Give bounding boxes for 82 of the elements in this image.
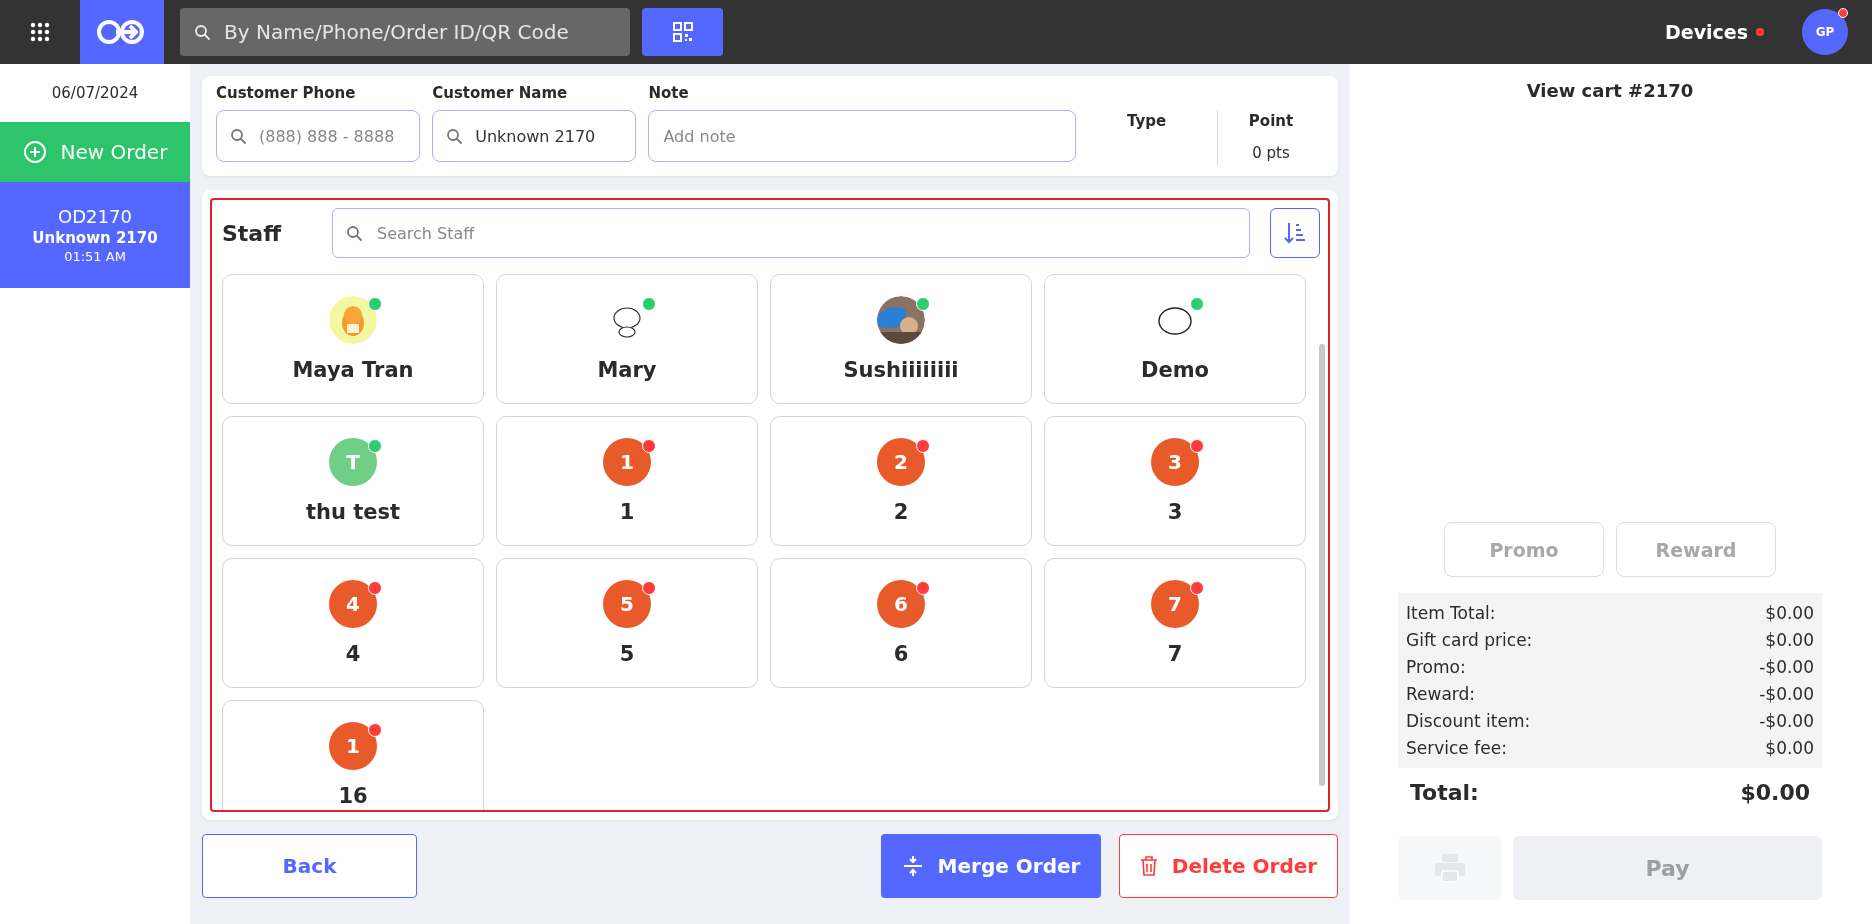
summary-value: $0.00 <box>1765 603 1814 623</box>
total-label: Total: <box>1410 780 1479 807</box>
point-label: Point <box>1248 112 1294 130</box>
date-label: 06/07/2024 <box>50 83 140 104</box>
summary-label: Gift card price: <box>1406 630 1533 650</box>
avatar: 3 <box>1151 438 1199 486</box>
merge-icon <box>901 855 924 877</box>
staff-name: Mary <box>597 358 657 382</box>
staff-card[interactable]: 2 2 <box>770 416 1032 546</box>
order-customer: Unknown 2170 <box>32 229 158 247</box>
user-avatar[interactable]: GP <box>1802 9 1848 55</box>
staff-card[interactable]: 3 3 <box>1044 416 1306 546</box>
staff-name: 4 <box>345 642 361 666</box>
staff-card[interactable]: 7 7 <box>1044 558 1306 688</box>
staff-name: 7 <box>1167 642 1183 666</box>
qr-code-icon <box>672 22 693 42</box>
merge-order-button[interactable]: Merge Order <box>881 834 1101 898</box>
order-item[interactable]: OD2170 Unknown 2170 01:51 AM <box>0 182 190 288</box>
type-label: Type <box>1127 112 1167 130</box>
staff-name: 3 <box>1167 500 1183 524</box>
order-id: OD2170 <box>58 206 132 227</box>
staff-name: Demo <box>1141 358 1209 382</box>
menu-icon <box>30 22 50 42</box>
staff-card[interactable]: Demo <box>1044 274 1306 404</box>
avatar: 2 <box>877 438 925 486</box>
field-label: Customer Phone <box>216 84 357 102</box>
search-field[interactable]: By Name/Phone/Order ID/QR Code <box>180 8 630 56</box>
section-title: Staff <box>222 220 283 246</box>
cart-title: View cart #2170 <box>1526 80 1694 101</box>
summary-label: Reward: <box>1406 684 1476 704</box>
avatar: T <box>329 438 377 486</box>
qr-scan-button[interactable] <box>642 8 723 56</box>
staff-card[interactable]: 1 16 <box>222 700 484 810</box>
staff-name: 5 <box>619 642 635 666</box>
staff-card[interactable]: 1 1 <box>496 416 758 546</box>
field-label: Customer Name <box>432 84 569 102</box>
avatar: 6 <box>877 580 925 628</box>
avatar: 5 <box>603 580 651 628</box>
back-button[interactable]: Back <box>202 834 417 898</box>
summary-value: $0.00 <box>1765 738 1814 758</box>
sort-icon <box>1284 221 1306 245</box>
staff-card[interactable]: Maya Tran <box>222 274 484 404</box>
avatar: 4 <box>329 580 377 628</box>
staff-name: 6 <box>893 642 909 666</box>
plus-circle-icon <box>22 140 47 164</box>
staff-card[interactable]: Mary <box>496 274 758 404</box>
staff-name: 1 <box>619 500 635 524</box>
staff-name: Maya Tran <box>292 358 414 382</box>
phone-field[interactable]: (888) 888 - 8888 <box>216 110 421 162</box>
order-time: 01:51 AM <box>64 249 126 264</box>
staff-card[interactable]: Sushiiiiiiii <box>770 274 1032 404</box>
summary-label: Discount item: <box>1406 711 1531 731</box>
point-value: 0 pts <box>1252 144 1290 162</box>
field-label: Note <box>648 84 690 102</box>
note-field[interactable]: Add note <box>648 110 1077 162</box>
avatar: 1 <box>603 438 651 486</box>
staff-card[interactable]: 4 4 <box>222 558 484 688</box>
name-field[interactable]: Unknown 2170 <box>432 110 637 162</box>
sort-button[interactable] <box>1270 208 1320 258</box>
summary-label: Promo: <box>1406 657 1466 677</box>
summary-value: -$0.00 <box>1759 711 1814 731</box>
staff-name: Sushiiiiiiii <box>843 358 959 382</box>
staff-card[interactable]: 6 6 <box>770 558 1032 688</box>
summary-label: Service fee: <box>1406 738 1507 758</box>
staff-name: thu test <box>305 500 401 524</box>
staff-name: 16 <box>338 784 368 808</box>
avatar: 7 <box>1151 580 1199 628</box>
total-value: $0.00 <box>1740 780 1810 807</box>
summary-value: -$0.00 <box>1759 684 1814 704</box>
printer-icon <box>1433 853 1466 883</box>
trash-icon <box>1139 856 1158 876</box>
search-field[interactable]: Search Staff <box>332 208 1250 258</box>
staff-name: 2 <box>893 500 909 524</box>
avatar: 1 <box>329 722 377 770</box>
delete-order-button[interactable]: Delete Order <box>1119 834 1338 898</box>
staff-card[interactable]: 5 5 <box>496 558 758 688</box>
devices-link[interactable]: Devices <box>1665 21 1748 43</box>
search-icon <box>346 225 363 242</box>
staff-card[interactable]: T thu test <box>222 416 484 546</box>
summary-value: $0.00 <box>1765 630 1814 650</box>
summary-label: Item Total: <box>1406 603 1496 623</box>
summary-value: -$0.00 <box>1759 657 1814 677</box>
